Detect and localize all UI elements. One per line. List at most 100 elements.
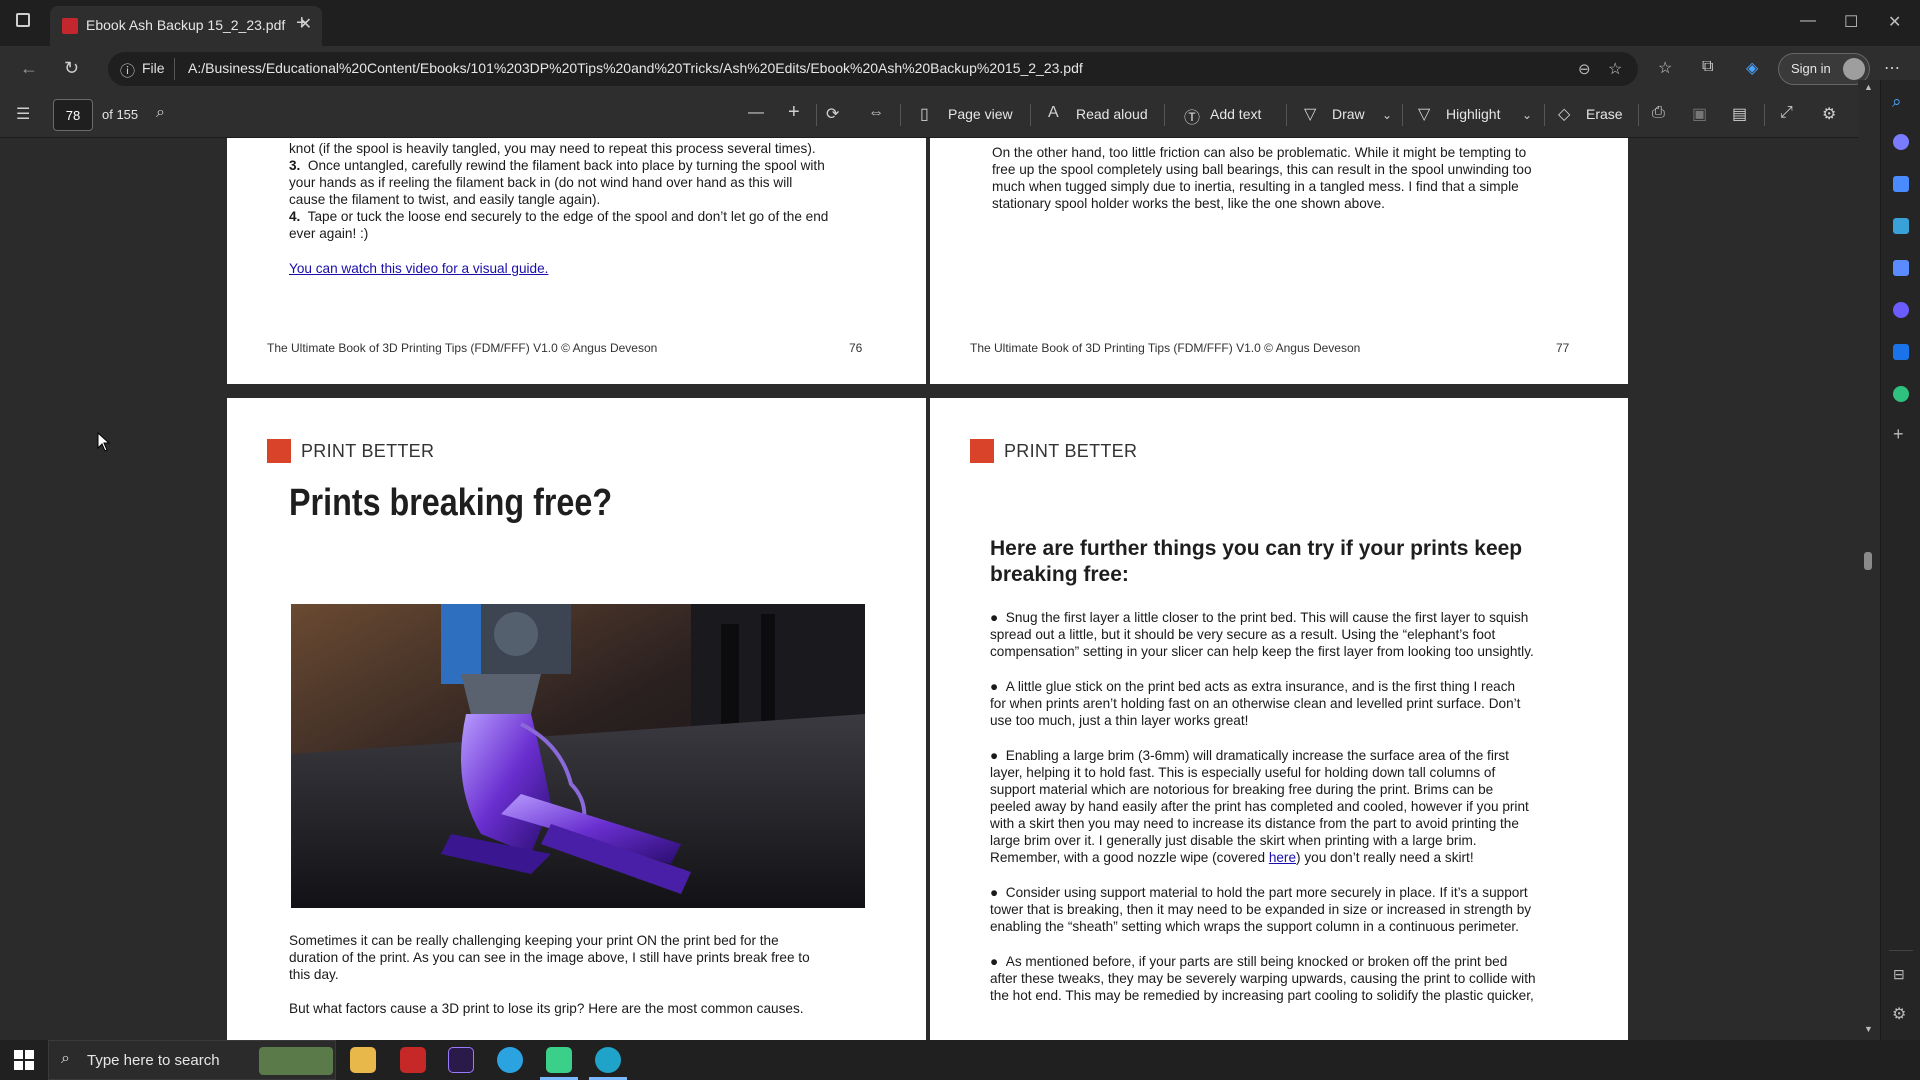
microsoft-365-icon[interactable]: [1893, 302, 1909, 318]
app-icon[interactable]: [546, 1047, 572, 1073]
tab-pdf[interactable]: Ebook Ash Backup 15_2_23.pdf ✕: [50, 6, 322, 46]
back-icon[interactable]: ←: [20, 58, 38, 79]
video-guide-link[interactable]: You can watch this video for a visual gu…: [289, 260, 548, 277]
file-explorer-icon[interactable]: [350, 1047, 376, 1073]
page-view-button[interactable]: Page view: [948, 106, 1013, 122]
minimize-icon[interactable]: —: [1800, 12, 1816, 30]
p78-para1-line1: Sometimes it can be really challenging k…: [289, 933, 779, 948]
scrollbar-thumb[interactable]: [1864, 552, 1872, 570]
read-aloud-button[interactable]: Read aloud: [1076, 106, 1148, 122]
add-text-icon[interactable]: Ⓣ: [1184, 104, 1200, 128]
erase-button[interactable]: Erase: [1586, 106, 1623, 122]
browser-essentials-icon[interactable]: ◈: [1746, 58, 1758, 78]
draw-options-chevron-icon[interactable]: ⌄: [1382, 108, 1392, 122]
print-icon[interactable]: ⎙: [1652, 104, 1665, 122]
new-tab-icon[interactable]: +: [296, 12, 308, 35]
avatar: [1843, 58, 1865, 80]
bullet-line: Enabling a large brim (3-6mm) will drama…: [1005, 748, 1509, 763]
url-separator: [174, 58, 175, 80]
highlight-icon[interactable]: ▽: [1418, 104, 1430, 124]
copilot-icon[interactable]: [1893, 134, 1909, 150]
info-icon[interactable]: ⓘ: [120, 60, 135, 81]
close-window-icon[interactable]: ✕: [1888, 12, 1901, 32]
remember-pre: Remember, with a good nozzle wipe (cover…: [990, 850, 1269, 865]
section-marker: [267, 439, 291, 463]
tab-actions-icon[interactable]: [16, 13, 30, 27]
p77-line2: free up the spool completely using ball …: [992, 162, 1532, 177]
rotate-icon[interactable]: ⟳: [826, 104, 839, 124]
hide-sidebar-icon[interactable]: ⊟: [1893, 966, 1905, 983]
bullet-line: the hot end. This may be remedied by inc…: [990, 988, 1534, 1003]
tools-icon[interactable]: [1893, 218, 1909, 234]
find-icon[interactable]: ⌕: [156, 104, 165, 122]
shopping-icon[interactable]: [1893, 176, 1909, 192]
save-as-icon[interactable]: ▤: [1732, 104, 1747, 124]
fullscreen-icon[interactable]: ⤢: [1780, 104, 1793, 122]
erase-icon[interactable]: ◇: [1558, 104, 1570, 124]
mouse-cursor-icon: [97, 432, 111, 452]
sign-in-button[interactable]: Sign in: [1778, 53, 1870, 85]
address-bar-row: ← ↻ ⓘ File A:/Business/Educational%20Con…: [0, 46, 1920, 92]
pdf-page-78: PRINT BETTER Prints breaking free? Somet…: [227, 398, 926, 1041]
page-footer-number: 77: [1556, 341, 1570, 355]
fit-page-icon[interactable]: ⇔: [868, 104, 884, 122]
pdf-toolbar: ☰ 78 of 155 ⌕ — + ⟳ ⇔ ▯ Page view A Read…: [0, 92, 1880, 138]
p79-heading-line1: Here are further things you can try if y…: [990, 537, 1523, 560]
bullet-line: compensation” setting in your slicer can…: [990, 644, 1534, 659]
telegram-icon[interactable]: [497, 1047, 523, 1073]
acrobat-icon[interactable]: [400, 1047, 426, 1073]
save-icon[interactable]: ▣: [1692, 104, 1707, 124]
zoom-out-icon[interactable]: —: [748, 104, 764, 122]
sidebar-settings-icon[interactable]: ⚙: [1892, 1004, 1906, 1024]
favorites-icon[interactable]: ☆: [1658, 58, 1672, 78]
address-bar[interactable]: ⓘ File A:/Business/Educational%20Content…: [108, 52, 1638, 86]
pdf-page-77: On the other hand, too little friction c…: [930, 138, 1628, 384]
draw-icon[interactable]: ▽: [1304, 104, 1316, 124]
contents-icon[interactable]: ☰: [16, 104, 30, 124]
toolbar-divider: [1030, 104, 1031, 126]
add-text-button[interactable]: Add text: [1210, 106, 1261, 122]
read-aloud-icon[interactable]: A: [1048, 104, 1059, 122]
games-icon[interactable]: [1893, 260, 1909, 276]
pdf-viewer[interactable]: knot (if the spool is heavily tangled, y…: [0, 138, 1858, 1041]
outlook-icon[interactable]: [1893, 344, 1909, 360]
p77-line1: On the other hand, too little friction c…: [992, 145, 1527, 160]
zoom-icon[interactable]: ⊖: [1578, 60, 1591, 78]
page-view-icon[interactable]: ▯: [920, 104, 929, 124]
windows-start-icon[interactable]: [14, 1050, 34, 1070]
add-sidebar-app-icon[interactable]: +: [1893, 424, 1904, 445]
step2-tail: knot (if the spool is heavily tangled, y…: [289, 141, 816, 156]
bullet-item: ● Snug the first layer a little closer t…: [990, 610, 1529, 625]
bullet-line: tower that is breaking, then it may need…: [990, 902, 1532, 917]
bullet-line: Consider using support material to hold …: [1005, 885, 1528, 900]
url-text[interactable]: A:/Business/Educational%20Content/Ebooks…: [188, 60, 1083, 76]
add-favorite-icon[interactable]: ☆: [1608, 59, 1622, 79]
p78-para2: But what factors cause a 3D print to los…: [289, 1001, 804, 1016]
nozzle-wipe-link[interactable]: here: [1269, 850, 1296, 865]
zoom-in-icon[interactable]: +: [788, 101, 800, 124]
highlight-options-chevron-icon[interactable]: ⌄: [1522, 108, 1532, 122]
pdf-settings-icon[interactable]: ⚙: [1822, 104, 1836, 124]
page-number-input[interactable]: 78: [53, 99, 93, 131]
page-footer-title: The Ultimate Book of 3D Printing Tips (F…: [267, 341, 658, 355]
collections-icon[interactable]: ⧉: [1702, 58, 1713, 76]
bullet-line: As mentioned before, if your parts are s…: [1005, 954, 1508, 969]
toolbar-divider: [816, 104, 817, 126]
refresh-icon[interactable]: ↻: [64, 58, 79, 79]
scroll-up-icon[interactable]: ▲: [1864, 82, 1873, 92]
p78-para1-line2: duration of the print. As you can see in…: [289, 950, 810, 965]
scroll-down-icon[interactable]: ▼: [1864, 1024, 1873, 1034]
toolbar-divider: [1544, 104, 1545, 126]
edge-icon[interactable]: [595, 1047, 621, 1073]
drop-icon[interactable]: [1893, 386, 1909, 402]
premiere-pro-icon[interactable]: [448, 1047, 474, 1073]
vertical-scrollbar[interactable]: ▲ ▼: [1858, 80, 1880, 1040]
draw-button[interactable]: Draw: [1332, 106, 1365, 122]
highlight-button[interactable]: Highlight: [1446, 106, 1500, 122]
more-menu-icon[interactable]: ⋯: [1884, 58, 1900, 78]
search-icon[interactable]: ⌕: [1892, 92, 1902, 112]
maximize-icon[interactable]: ☐: [1844, 12, 1858, 32]
taskbar-search[interactable]: ⌕ Type here to search: [48, 1040, 336, 1080]
bullet-line: spread out a little, but it should be ve…: [990, 627, 1496, 642]
step3-line2: your hands as if reeling the filament ba…: [289, 175, 793, 190]
